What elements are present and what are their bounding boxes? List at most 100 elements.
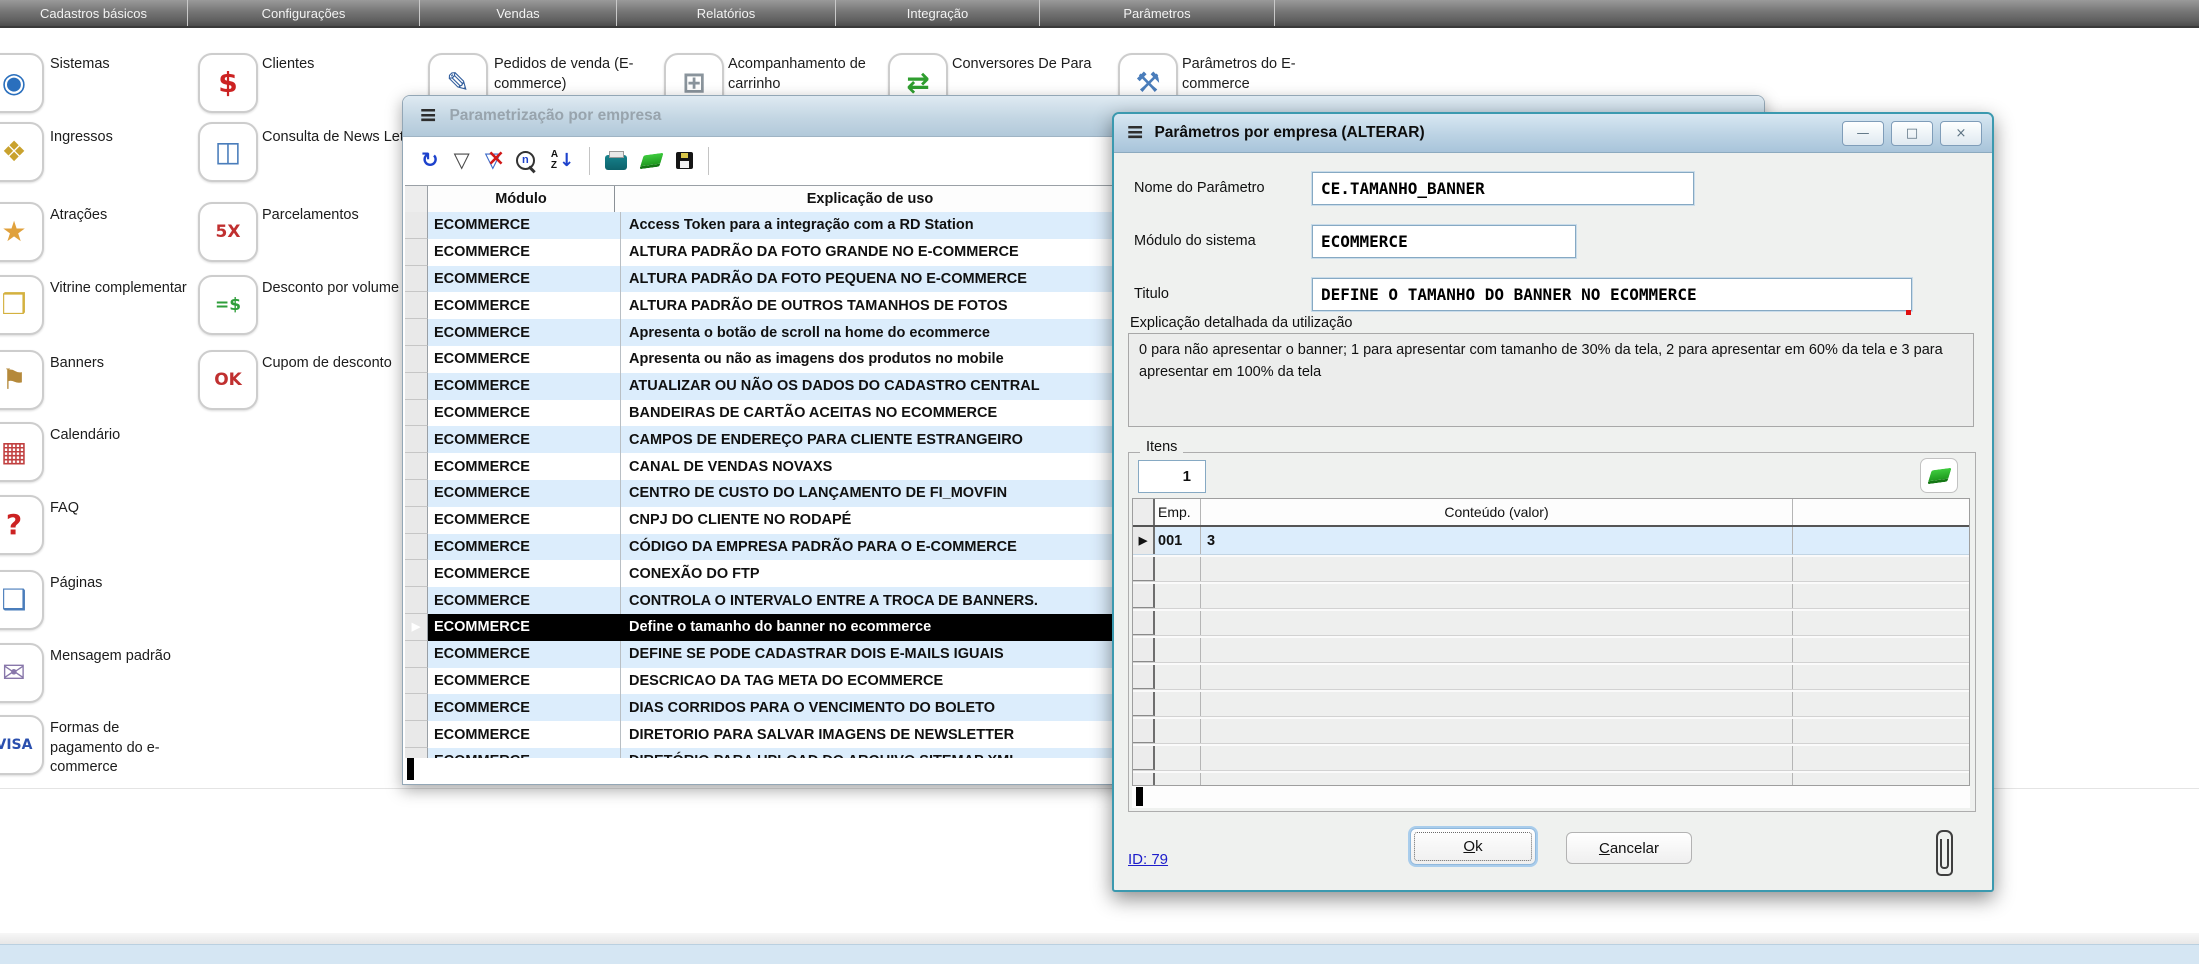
nome-parametro-field[interactable]: CE.TAMANHO_BANNER: [1312, 172, 1694, 205]
titulo-field[interactable]: DEFINE O TAMANHO DO BANNER NO ECOMMERCE: [1312, 278, 1912, 311]
shortcut-label-faq[interactable]: FAQ: [50, 499, 210, 519]
refresh-icon[interactable]: ↻: [421, 150, 439, 171]
selected-row-arrow-icon: ▶: [405, 614, 428, 641]
cell-module: ECOMMERCE: [428, 587, 621, 614]
shortcut-vitrine[interactable]: ❒: [0, 275, 44, 335]
grid-bottom-strip: [1132, 786, 1970, 808]
menu-relatorios[interactable]: Relatórios: [617, 0, 836, 26]
row-selector: [405, 641, 428, 668]
cell-description: CONEXÃO DO FTP: [621, 560, 1140, 587]
shortcut-label-calendario[interactable]: Calendário: [50, 426, 210, 446]
shortcut-label-mensagem-padrao[interactable]: Mensagem padrão: [50, 647, 210, 667]
id-link[interactable]: ID: 79: [1128, 851, 1168, 868]
save-icon[interactable]: [676, 152, 693, 169]
row-selector: [405, 668, 428, 695]
shortcut-label-conversores[interactable]: Conversores De Para: [952, 55, 1102, 75]
clear-filter-icon[interactable]: ▽×: [485, 150, 501, 171]
menu-parametros[interactable]: Parâmetros: [1040, 0, 1275, 26]
menu-cadastros-basicos[interactable]: Cadastros básicos: [0, 0, 188, 26]
eraser-icon: [1927, 467, 1951, 484]
cancel-label: Cancelar: [1599, 840, 1659, 857]
volume-discount-icon: =$: [215, 297, 241, 314]
shortcut-mensagem-padrao[interactable]: ✉: [0, 643, 44, 703]
header-modulo[interactable]: Módulo: [428, 186, 615, 212]
header-explicacao[interactable]: Explicação de uso: [615, 186, 1126, 212]
row-selector: [405, 453, 428, 480]
shortcut-label-paginas[interactable]: Páginas: [50, 574, 210, 594]
shortcut-label-atracoes[interactable]: Atrações: [50, 206, 210, 226]
shortcut-paginas[interactable]: ❑: [0, 570, 44, 630]
cell-module: ECOMMERCE: [428, 641, 621, 668]
cell-description: CENTRO DE CUSTO DO LANÇAMENTO DE FI_MOVF…: [621, 480, 1140, 507]
shortcut-banners[interactable]: ⚑: [0, 350, 44, 410]
explicacao-memo[interactable]: 0 para não apresentar o banner; 1 para a…: [1128, 333, 1974, 427]
row-selector: [405, 480, 428, 507]
cell-module: ECOMMERCE: [428, 346, 621, 373]
cell-description: CÓDIGO DA EMPRESA PADRÃO PARA O E-COMMER…: [621, 534, 1140, 561]
itens-count-field[interactable]: 1: [1138, 460, 1206, 493]
shortcut-label-acompanhamento-carrinho[interactable]: Acompanhamento de carrinho: [728, 55, 898, 94]
itens-grid-empty-row: [1133, 744, 1969, 771]
row-selector: [405, 507, 428, 534]
cell-description: Apresenta o botão de scroll na home do e…: [621, 319, 1140, 346]
clear-itens-button[interactable]: [1920, 458, 1958, 493]
itens-grid-empty-row: [1133, 690, 1969, 717]
cell-description: CANAL DE VENDAS NOVAXS: [621, 453, 1140, 480]
eraser-icon[interactable]: [640, 152, 664, 169]
modulo-sistema-field[interactable]: ECOMMERCE: [1312, 225, 1576, 258]
cell-valor: 3: [1201, 527, 1793, 554]
menu-configuracoes[interactable]: Configurações: [188, 0, 420, 26]
grid-selector-column: [1133, 499, 1155, 525]
cell-module: ECOMMERCE: [428, 373, 621, 400]
coupon-ok-icon: OK: [214, 372, 242, 389]
shortcut-clientes[interactable]: $: [198, 53, 258, 113]
shortcut-label-desconto-volume[interactable]: Desconto por volume: [262, 279, 402, 299]
ok-button[interactable]: Ok: [1410, 828, 1536, 865]
cell-module: ECOMMERCE: [428, 560, 621, 587]
itens-grid-header: Emp. Conteúdo (valor): [1133, 499, 1969, 527]
minimize-button[interactable]: —: [1842, 121, 1884, 146]
shortcut-formas-pagamento[interactable]: VISA: [0, 715, 44, 775]
print-icon[interactable]: [605, 155, 627, 170]
cell-description: CNPJ DO CLIENTE NO RODAPÉ: [621, 507, 1140, 534]
shortcut-cupom[interactable]: OK: [198, 350, 258, 410]
maximize-button[interactable]: □: [1891, 121, 1933, 146]
cell-description: Apresenta ou não as imagens dos produtos…: [621, 346, 1140, 373]
window-controls: — □ ×: [1842, 121, 1982, 146]
shortcut-label-sistemas[interactable]: Sistemas: [50, 55, 210, 75]
header-emp[interactable]: Emp.: [1155, 499, 1201, 525]
edit-cursor-mark: [1136, 787, 1143, 806]
calendar-icon: ▦: [1, 438, 27, 466]
shortcut-calendario[interactable]: ▦: [0, 422, 44, 482]
cancel-button[interactable]: Cancelar: [1566, 832, 1692, 864]
shortcut-atracoes[interactable]: ★: [0, 202, 44, 262]
sort-az-icon[interactable]: AZ↓: [551, 150, 574, 171]
filter-icon[interactable]: ▽: [454, 150, 470, 171]
shortcut-label-banners[interactable]: Banners: [50, 354, 210, 374]
menu-integracao[interactable]: Integração: [836, 0, 1040, 26]
dialog-titlebar: ≡ Parâmetros por empresa (ALTERAR) — □ ×: [1114, 114, 1992, 153]
itens-grid-empty-row: [1133, 717, 1969, 744]
shortcut-label-parcelamentos[interactable]: Parcelamentos: [262, 206, 422, 226]
close-button[interactable]: ×: [1940, 121, 1982, 146]
shortcut-desconto-volume[interactable]: =$: [198, 275, 258, 335]
paperclip-attachment-icon[interactable]: [1936, 830, 1953, 876]
shortcut-faq[interactable]: ?: [0, 495, 44, 555]
shortcut-label-formas-pagamento[interactable]: Formas de pagamento do e-commerce: [50, 719, 190, 778]
shortcut-label-parametros-ecommerce[interactable]: Parâmetros do E-commerce: [1182, 55, 1332, 94]
header-conteudo[interactable]: Conteúdo (valor): [1201, 499, 1793, 525]
shortcut-label-vitrine[interactable]: Vitrine complementar: [50, 279, 190, 299]
menu-vendas[interactable]: Vendas: [420, 0, 617, 26]
shortcut-parcelamentos[interactable]: 5X: [198, 202, 258, 262]
window-menu-icon[interactable]: ≡: [1126, 122, 1144, 144]
shortcut-label-pedidos-venda[interactable]: Pedidos de venda (E-commerce): [494, 55, 644, 94]
shortcut-sistemas[interactable]: ◉: [0, 53, 44, 113]
itens-grid-row[interactable]: ▶ 001 3: [1133, 527, 1969, 555]
shortcut-ingressos[interactable]: ❖: [0, 122, 44, 182]
find-icon[interactable]: n: [516, 151, 536, 171]
cell-module: ECOMMERCE: [428, 534, 621, 561]
shortcut-newsletter[interactable]: ◫: [198, 122, 258, 182]
shortcut-label-ingressos[interactable]: Ingressos: [50, 128, 210, 148]
window-menu-icon[interactable]: ≡: [419, 105, 437, 127]
shortcut-label-clientes[interactable]: Clientes: [262, 55, 422, 75]
